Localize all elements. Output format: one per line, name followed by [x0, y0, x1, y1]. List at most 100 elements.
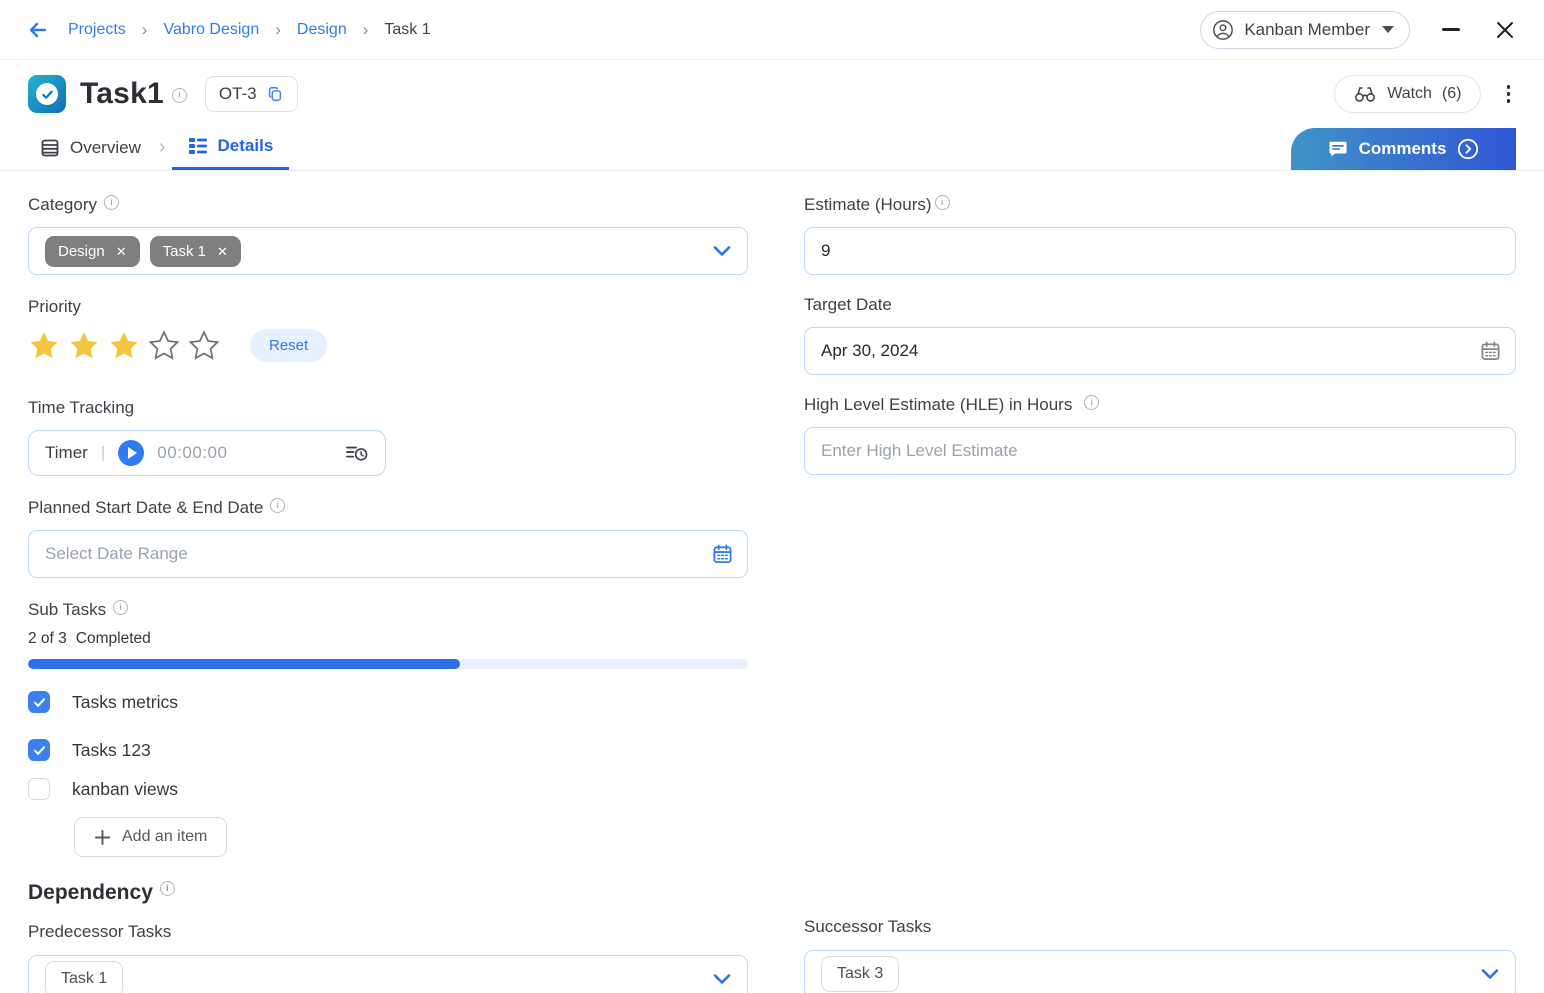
time-log-icon[interactable] [345, 443, 369, 463]
predecessor-chip: Task 1 [45, 961, 123, 993]
successor-label: Successor Tasks [804, 917, 1516, 937]
back-arrow-icon[interactable] [26, 17, 52, 43]
checkbox-checked-icon[interactable] [28, 691, 50, 713]
subtasks-label: Sub Tasks i [28, 600, 748, 620]
priority-star-rating: Reset [28, 329, 748, 362]
circle-arrow-icon [1457, 138, 1479, 160]
info-icon[interactable]: i [1084, 395, 1099, 410]
calendar-icon[interactable] [1480, 341, 1501, 362]
overview-icon [40, 138, 60, 158]
star-filled-icon[interactable] [68, 330, 100, 361]
breadcrumb-separator-icon: › [275, 20, 281, 40]
info-icon[interactable]: i [172, 88, 187, 103]
details-panel: Category i Design ✕ Task 1 ✕ Priority [0, 171, 1544, 993]
date-range-input[interactable] [28, 530, 748, 578]
category-select[interactable]: Design ✕ Task 1 ✕ [28, 227, 748, 275]
subtasks-progress-text: 2 of 3 Completed [28, 630, 748, 648]
top-bar: Projects › Vabro Design › Design › Task … [0, 0, 1544, 60]
breadcrumb-projects[interactable]: Projects [68, 21, 126, 39]
timer-label: Timer [45, 443, 88, 463]
info-icon[interactable]: i [935, 195, 950, 210]
binoculars-icon [1353, 84, 1377, 104]
tab-overview[interactable]: Overview [28, 125, 153, 170]
target-date-input[interactable] [804, 327, 1516, 375]
chevron-down-icon[interactable] [713, 973, 731, 985]
tab-bar: Overview › Details Comments [0, 125, 1544, 171]
predecessor-select[interactable]: Task 1 [28, 955, 748, 993]
remove-chip-icon[interactable]: ✕ [217, 245, 228, 258]
category-chip-label: Task 1 [163, 243, 206, 260]
subtask-item[interactable]: Tasks metrics [28, 691, 748, 713]
successor-select[interactable]: Task 3 [804, 950, 1516, 993]
user-role-label: Kanban Member [1244, 20, 1370, 40]
task-check-icon [28, 75, 66, 113]
calendar-icon[interactable] [712, 544, 733, 565]
watch-button[interactable]: Watch (6) [1334, 75, 1480, 113]
close-button[interactable] [1492, 17, 1518, 43]
priority-reset-button[interactable]: Reset [250, 329, 327, 362]
category-chip-label: Design [58, 243, 105, 260]
star-filled-icon[interactable] [28, 330, 60, 361]
priority-label: Priority [28, 297, 748, 317]
user-role-dropdown[interactable]: Kanban Member [1200, 11, 1410, 49]
star-empty-icon[interactable] [188, 330, 220, 361]
info-icon[interactable]: i [160, 881, 175, 896]
info-icon[interactable]: i [104, 195, 119, 210]
info-icon[interactable]: i [270, 498, 285, 513]
subtask-item[interactable]: Tasks 123 [28, 739, 748, 761]
breadcrumb-design[interactable]: Design [297, 21, 347, 39]
breadcrumb-separator-icon: › [363, 20, 369, 40]
subtasks-progress-fill [28, 659, 460, 669]
successor-chip: Task 3 [821, 956, 899, 992]
breadcrumb-vabro-design[interactable]: Vabro Design [163, 21, 259, 39]
comments-label: Comments [1359, 139, 1447, 159]
hle-input[interactable] [804, 427, 1516, 475]
remove-chip-icon[interactable]: ✕ [116, 245, 127, 258]
subtask-item-label: Tasks metrics [72, 692, 178, 713]
task-header: Task1 i OT-3 Watch (6) [0, 63, 1544, 125]
checkbox-checked-icon[interactable] [28, 739, 50, 761]
chevron-down-icon[interactable] [1481, 968, 1499, 980]
subtasks-status: Completed [76, 630, 151, 648]
minimize-button[interactable] [1438, 17, 1464, 43]
task-key-text: OT-3 [219, 84, 257, 104]
tab-overview-label: Overview [70, 138, 141, 158]
time-tracking-label: Time Tracking [28, 398, 748, 418]
play-icon [128, 447, 137, 459]
subtasks-count: 2 of 3 [28, 630, 67, 648]
hle-label: High Level Estimate (HLE) in Hours i [804, 395, 1516, 415]
chevron-right-icon: › [153, 125, 172, 170]
tab-details[interactable]: Details [172, 125, 290, 170]
category-chip: Design ✕ [45, 236, 140, 267]
plus-icon [94, 829, 111, 846]
subtask-item-label: kanban views [72, 779, 178, 800]
star-empty-icon[interactable] [148, 330, 180, 361]
page-title: Task1 [80, 77, 164, 111]
estimate-input[interactable] [804, 227, 1516, 275]
add-subtask-label: Add an item [122, 828, 207, 846]
watch-label: Watch [1387, 85, 1432, 103]
chevron-down-icon[interactable] [713, 245, 731, 257]
timer-widget: Timer | 00:00:00 [28, 430, 386, 476]
timer-play-button[interactable] [118, 440, 144, 466]
add-subtask-button[interactable]: Add an item [74, 817, 227, 857]
breadcrumb-current: Task 1 [384, 21, 430, 39]
planned-dates-label: Planned Start Date & End Date i [28, 498, 748, 518]
info-icon[interactable]: i [113, 600, 128, 615]
user-icon [1212, 19, 1234, 41]
star-filled-icon[interactable] [108, 330, 140, 361]
target-date-label: Target Date [804, 295, 1516, 315]
subtask-item[interactable]: kanban views [28, 778, 748, 800]
predecessor-label: Predecessor Tasks [28, 922, 748, 942]
watch-count: (6) [1442, 85, 1462, 103]
checkbox-unchecked-icon[interactable] [28, 778, 50, 800]
caret-down-icon [1382, 26, 1394, 33]
breadcrumb-separator-icon: › [142, 20, 148, 40]
breadcrumb: Projects › Vabro Design › Design › Task … [26, 17, 431, 43]
estimate-label: Estimate (Hours) i [804, 195, 1516, 215]
copy-icon[interactable] [266, 85, 284, 103]
minimize-icon [1442, 28, 1460, 31]
comments-button[interactable]: Comments [1291, 128, 1516, 170]
category-chip: Task 1 ✕ [150, 236, 241, 267]
more-options-button[interactable] [1501, 81, 1517, 107]
